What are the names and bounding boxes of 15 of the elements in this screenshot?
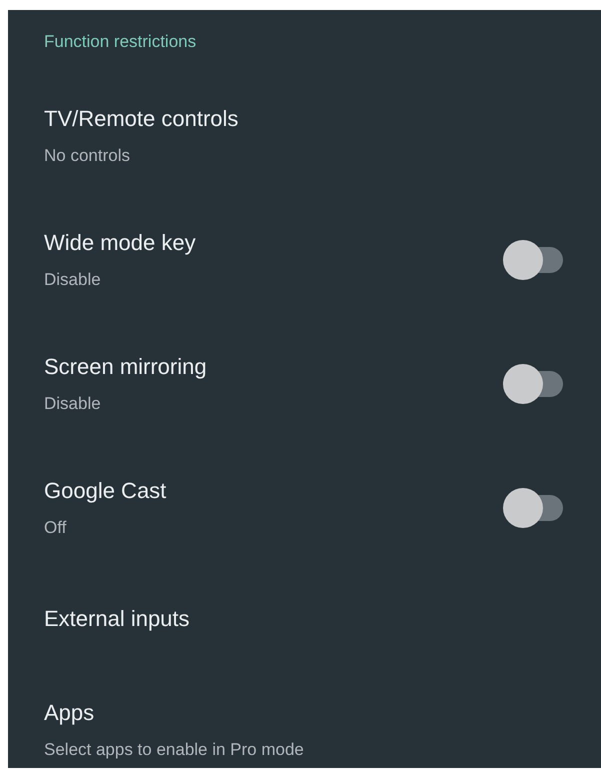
toggle-switch[interactable] [503, 364, 565, 404]
setting-title[interactable]: Wide mode key [44, 230, 196, 256]
toggle-switch[interactable] [503, 488, 565, 528]
setting-summary: Disable [44, 270, 101, 290]
section-header: Function restrictions [44, 32, 196, 52]
setting-title[interactable]: External inputs [44, 606, 190, 632]
setting-title[interactable]: Apps [44, 700, 94, 726]
toggle-switch[interactable] [503, 240, 565, 280]
setting-summary: Disable [44, 394, 101, 414]
setting-title[interactable]: TV/Remote controls [44, 106, 238, 132]
setting-summary: Off [44, 518, 66, 538]
setting-summary: Select apps to enable in Pro mode [44, 740, 304, 760]
setting-summary: No controls [44, 146, 130, 166]
setting-title[interactable]: Google Cast [44, 478, 166, 504]
setting-title[interactable]: Screen mirroring [44, 354, 207, 380]
